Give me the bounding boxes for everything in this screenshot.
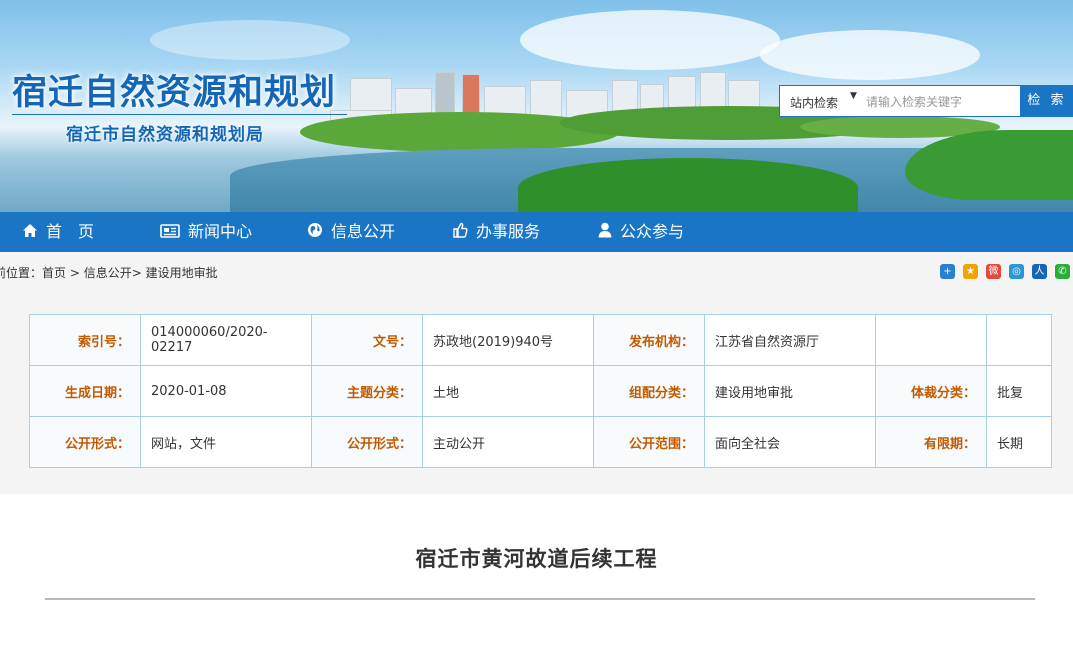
search-input[interactable] bbox=[864, 90, 1018, 114]
empty-cell bbox=[986, 314, 1052, 366]
breadcrumb-home-link[interactable]: 首页 bbox=[42, 266, 66, 280]
nav-item-home[interactable]: 首 页 bbox=[22, 212, 94, 252]
genre-value: 批复 bbox=[986, 365, 1052, 417]
home-icon bbox=[22, 213, 38, 253]
cloud-decoration bbox=[150, 20, 350, 60]
site-subtitle: 宿迁市自然资源和规划局 bbox=[66, 125, 264, 145]
search-scope-select[interactable]: 站内检索 bbox=[790, 94, 838, 111]
qzone-share-icon[interactable]: ★ bbox=[963, 264, 978, 279]
wechat-share-icon[interactable]: ✆ bbox=[1055, 264, 1070, 279]
cloud-decoration bbox=[760, 30, 980, 80]
doc-number-label: 文号： bbox=[311, 314, 423, 366]
date-value: 2020-01-08 bbox=[140, 365, 312, 417]
scope-value: 面向全社会 bbox=[704, 416, 876, 468]
newspaper-icon bbox=[160, 213, 180, 253]
user-icon bbox=[598, 213, 612, 253]
island-decoration bbox=[518, 158, 858, 212]
table-row: 索引号： 014000060/2020-02217 文号： 苏政地(2019)9… bbox=[29, 314, 1052, 366]
thumbs-up-icon bbox=[452, 213, 468, 253]
topic-label: 主题分类： bbox=[311, 365, 423, 417]
title-underline bbox=[12, 114, 347, 115]
tencent-weibo-share-icon[interactable]: ◎ bbox=[1009, 264, 1024, 279]
index-value: 014000060/2020-02217 bbox=[140, 314, 312, 366]
form-value: 网站，文件 bbox=[140, 416, 312, 468]
breadcrumb-separator: > bbox=[131, 266, 146, 280]
breadcrumb-prefix: 前位置： bbox=[0, 266, 43, 280]
renren-share-icon[interactable]: 人 bbox=[1032, 264, 1047, 279]
validity-label: 有限期： bbox=[875, 416, 987, 468]
breadcrumb: 前位置：首页 > 信息公开> 建设用地审批 bbox=[0, 264, 218, 281]
nav-item-disclosure[interactable]: 信息公开 bbox=[307, 212, 395, 252]
date-label: 生成日期： bbox=[29, 365, 141, 417]
section-gap bbox=[0, 480, 1073, 494]
publisher-label: 发布机构： bbox=[593, 314, 705, 366]
caret-down-icon[interactable]: ▼ bbox=[850, 91, 857, 101]
island-decoration bbox=[905, 130, 1073, 200]
nav-item-services[interactable]: 办事服务 bbox=[452, 212, 540, 252]
form-label: 公开形式： bbox=[29, 416, 141, 468]
validity-value: 长期 bbox=[986, 416, 1052, 468]
empty-cell bbox=[875, 314, 987, 366]
group-label: 组配分类： bbox=[593, 365, 705, 417]
weibo-share-icon[interactable]: 微 bbox=[986, 264, 1001, 279]
add-share-icon[interactable]: + bbox=[940, 264, 955, 279]
breadcrumb-separator: > bbox=[66, 266, 84, 280]
breadcrumb-current-link[interactable]: 建设用地审批 bbox=[146, 266, 218, 280]
nav-label: 首 页 bbox=[46, 222, 95, 241]
search-button[interactable]: 检 索 bbox=[1020, 85, 1073, 117]
table-row: 生成日期： 2020-01-08 主题分类： 土地 组配分类： 建设用地审批 体… bbox=[29, 365, 1052, 417]
nav-label: 信息公开 bbox=[331, 222, 396, 241]
genre-label: 体裁分类： bbox=[875, 365, 987, 417]
group-value: 建设用地审批 bbox=[704, 365, 876, 417]
main-nav: 首 页 新闻中心 信息公开 办事服务 公众参与 bbox=[0, 212, 1073, 252]
globe-icon bbox=[307, 213, 323, 253]
mode-value: 主动公开 bbox=[422, 416, 594, 468]
publisher-value: 江苏省自然资源厅 bbox=[704, 314, 876, 366]
document-info-table: 索引号： 014000060/2020-02217 文号： 苏政地(2019)9… bbox=[29, 314, 1052, 468]
cloud-decoration bbox=[520, 10, 780, 70]
nav-item-participation[interactable]: 公众参与 bbox=[598, 212, 684, 252]
mode-label: 公开形式： bbox=[311, 416, 423, 468]
breadcrumb-bar: 前位置：首页 > 信息公开> 建设用地审批 bbox=[0, 252, 1073, 294]
table-row: 公开形式： 网站，文件 公开形式： 主动公开 公开范围： 面向全社会 有限期： … bbox=[29, 416, 1052, 468]
scope-label: 公开范围： bbox=[593, 416, 705, 468]
doc-number-value: 苏政地(2019)940号 bbox=[422, 314, 594, 366]
topic-value: 土地 bbox=[422, 365, 594, 417]
header-banner: 宿迁自然资源和规划 宿迁市自然资源和规划局 站内检索 ▼ 检 索 bbox=[0, 0, 1073, 212]
site-title: 宿迁自然资源和规划 bbox=[12, 73, 337, 112]
nav-label: 新闻中心 bbox=[188, 222, 253, 241]
index-label: 索引号： bbox=[29, 314, 141, 366]
article-title: 宿迁市黄河故道后续工程 bbox=[415, 547, 658, 571]
breadcrumb-section-link[interactable]: 信息公开 bbox=[84, 266, 132, 280]
title-divider bbox=[45, 598, 1035, 600]
nav-label: 办事服务 bbox=[476, 222, 541, 241]
nav-item-news[interactable]: 新闻中心 bbox=[160, 212, 252, 252]
search-box: 站内检索 ▼ 检 索 bbox=[779, 85, 1073, 117]
nav-label: 公众参与 bbox=[620, 222, 685, 241]
